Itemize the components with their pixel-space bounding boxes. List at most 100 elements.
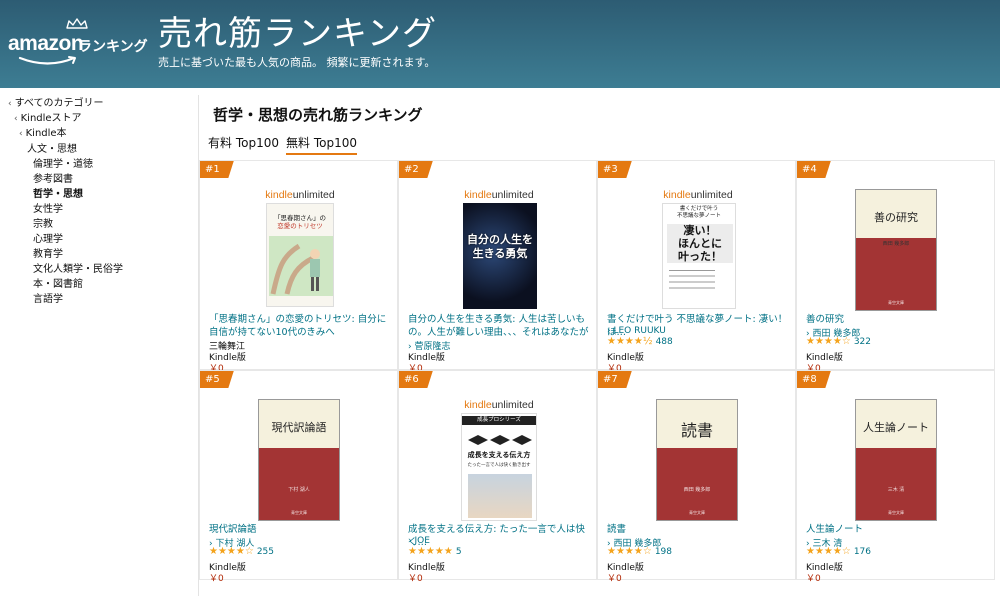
product-title[interactable]: 善の研究	[806, 313, 988, 326]
product-title[interactable]: 読書	[607, 523, 789, 536]
nav-kindle-books[interactable]: ‹ Kindle本	[19, 124, 67, 139]
product-price: ￥0	[806, 574, 821, 584]
product-title[interactable]: 現代訳論語	[209, 523, 391, 536]
cover-publisher: 青空文庫	[888, 510, 904, 516]
book-cover[interactable]: kindleunlimited 「思春期さん」の 恋愛のトリセツ	[264, 189, 336, 311]
book-cover[interactable]: 読書 西田 幾多郎 青空文庫	[656, 399, 738, 521]
nav-psychology[interactable]: 心理学	[33, 230, 63, 245]
nav-philosophy: 哲学・思想	[33, 185, 83, 200]
cover-publisher: 青空文庫	[291, 510, 307, 516]
cover-text: ほんとに	[678, 237, 722, 250]
amazon-smile-icon	[18, 56, 76, 65]
rating-count[interactable]: 5	[456, 547, 462, 557]
nav-anthropology[interactable]: 文化人類学・民俗学	[33, 260, 123, 275]
cover-text: 叶った！	[678, 250, 722, 263]
product-rating[interactable]: ★★★★☆ 255	[209, 546, 274, 557]
rank-badge: #3	[598, 161, 632, 178]
product-author[interactable]: › JOE	[408, 536, 430, 546]
nav-linguistics[interactable]: 言語学	[33, 290, 63, 305]
nav-label: 本・図書館	[33, 279, 83, 290]
product-title[interactable]: 「思春期さん」の恋愛のトリセツ: 自分に自信が持てない10代のきみへ	[209, 313, 391, 339]
cover-text: 不思議な夢ノート	[676, 213, 721, 219]
amazon-ranking-logo[interactable]: amazon ランキング	[8, 18, 150, 72]
product-rating[interactable]: ★★★★½ 488	[607, 336, 673, 347]
tab-paid-top100[interactable]: 有料 Top100	[208, 134, 279, 151]
nav-kindle-store[interactable]: ‹ Kindleストア	[14, 109, 82, 124]
product-rating[interactable]: ★★★★☆ 176	[806, 546, 871, 557]
cover-text-lines	[669, 270, 715, 300]
rank-badge: #8	[797, 371, 831, 388]
page-heading: 売れ筋ランキング	[158, 14, 437, 54]
book-cover[interactable]: kindleunlimited 自分の人生を 生きる勇気	[463, 189, 537, 311]
cover-author: 西田 幾多郎	[683, 487, 711, 494]
nav-womens-studies[interactable]: 女性学	[33, 200, 63, 215]
nav-label: 宗教	[33, 219, 53, 230]
nav-label: 教育学	[33, 249, 63, 260]
cover-title: 善の研究	[874, 211, 918, 225]
product-price: ￥0	[408, 574, 423, 584]
rating-count[interactable]: 488	[656, 337, 673, 347]
nav-label: 言語学	[33, 294, 63, 305]
rank-badge: #7	[598, 371, 632, 388]
rank-badge: #4	[797, 161, 831, 178]
nav-label: Kindle本	[25, 128, 67, 139]
product-title[interactable]: 自分の人生を生きる勇気: 人生は苦しいもの。人生が難しい理由、、、それはあなたが…	[408, 313, 590, 339]
book-cover[interactable]: 善の研究 西田 幾多郎 青空文庫	[855, 189, 937, 311]
cover-art: 自分の人生を 生きる勇気	[463, 203, 537, 309]
book-cover[interactable]: 人生論ノート 三木 清 青空文庫	[855, 399, 937, 521]
nav-label: Kindleストア	[20, 113, 82, 124]
cover-text: 生きる勇気	[472, 247, 528, 260]
book-cover[interactable]: kindleunlimited 書くだけで叶う 不思議な夢ノート 凄い！ ほんと…	[662, 189, 736, 311]
nav-label: すべてのカテゴリー	[14, 98, 104, 109]
nav-reference[interactable]: 参考図書	[33, 170, 73, 185]
rating-count[interactable]: 176	[854, 547, 871, 557]
nav-books-libraries[interactable]: 本・図書館	[33, 275, 83, 290]
nav-label: 心理学	[33, 234, 63, 245]
cover-text: 書くだけで叶う	[679, 206, 719, 212]
nav-education[interactable]: 教育学	[33, 245, 63, 260]
product-card[interactable]: #3 kindleunlimited 書くだけで叶う 不思議な夢ノート 凄い！ …	[597, 160, 796, 374]
star-icon: ★★★★☆	[607, 546, 652, 557]
product-card[interactable]: #5 現代訳論語 下村 湖人 青空文庫 現代訳論語 › 下村 湖人 ★★★★☆ 2…	[199, 370, 398, 584]
product-card[interactable]: #4 善の研究 西田 幾多郎 青空文庫 善の研究 › 西田 幾多郎 ★★★★☆ 3…	[796, 160, 995, 374]
product-card[interactable]: #7 読書 西田 幾多郎 青空文庫 読書 › 西田 幾多郎 ★★★★☆ 198 K…	[597, 370, 796, 584]
cover-text: 成長プロシリーズ	[462, 416, 536, 425]
cover-author: 西田 幾多郎	[882, 241, 910, 248]
cover-text: 「思春期さん」の	[274, 214, 326, 222]
product-title[interactable]: 人生論ノート	[806, 523, 988, 536]
cover-text: 成長を支える伝え方	[467, 451, 531, 459]
product-card[interactable]: #8 人生論ノート 三木 清 青空文庫 人生論ノート › 三木 清 ★★★★☆ 1…	[796, 370, 995, 584]
product-rating[interactable]: ★★★★☆ 322	[806, 336, 871, 347]
nav-ethics[interactable]: 倫理学・道徳	[33, 155, 93, 170]
cover-title: 人生論ノート	[863, 421, 929, 435]
chevron-left-icon: ‹	[14, 114, 18, 124]
nav-all-categories[interactable]: ‹ すべてのカテゴリー	[8, 94, 104, 109]
rating-count[interactable]: 255	[257, 547, 274, 557]
star-icon: ★★★★★	[408, 546, 453, 557]
nav-religion[interactable]: 宗教	[33, 215, 53, 230]
page-subheading: 売上に基づいた最も人気の商品。 頻繁に更新されます。	[158, 56, 436, 69]
product-price: ￥0	[607, 574, 622, 584]
cover-photo	[468, 474, 532, 518]
cover-diamonds	[468, 430, 532, 445]
star-icon: ★★★★½	[607, 336, 653, 347]
product-card[interactable]: #6 kindleunlimited 成長プロシリーズ 成長を支える伝え方 たっ…	[398, 370, 597, 584]
kindle-unlimited-logo: kindleunlimited	[265, 189, 335, 201]
category-title: 哲学・思想の売れ筋ランキング	[213, 106, 423, 124]
product-author[interactable]: › LEO RUUKU	[607, 326, 666, 336]
nav-humanities[interactable]: 人文・思想	[27, 140, 77, 155]
product-rating[interactable]: ★★★★☆ 198	[607, 546, 672, 557]
product-card[interactable]: #2 kindleunlimited 自分の人生を 生きる勇気 自分の人生を生き…	[398, 160, 597, 374]
product-card[interactable]: #1 kindleunlimited 「思春期さん」の 恋愛のトリセツ 「思春期…	[199, 160, 398, 374]
chevron-left-icon: ‹	[19, 129, 23, 139]
product-rating[interactable]: ★★★★★ 5	[408, 546, 462, 557]
rating-count[interactable]: 198	[655, 547, 672, 557]
cover-art: 「思春期さん」の 恋愛のトリセツ	[266, 203, 334, 307]
cover-art: 書くだけで叶う 不思議な夢ノート 凄い！ ほんとに 叶った！	[662, 203, 736, 309]
tab-free-top100[interactable]: 無料 Top100	[286, 134, 357, 155]
product-price: ￥0	[209, 574, 224, 584]
rating-count[interactable]: 322	[854, 337, 871, 347]
nav-label: 女性学	[33, 204, 63, 215]
book-cover[interactable]: 現代訳論語 下村 湖人 青空文庫	[258, 399, 340, 521]
book-cover[interactable]: kindleunlimited 成長プロシリーズ 成長を支える伝え方 たった一言…	[461, 399, 537, 521]
